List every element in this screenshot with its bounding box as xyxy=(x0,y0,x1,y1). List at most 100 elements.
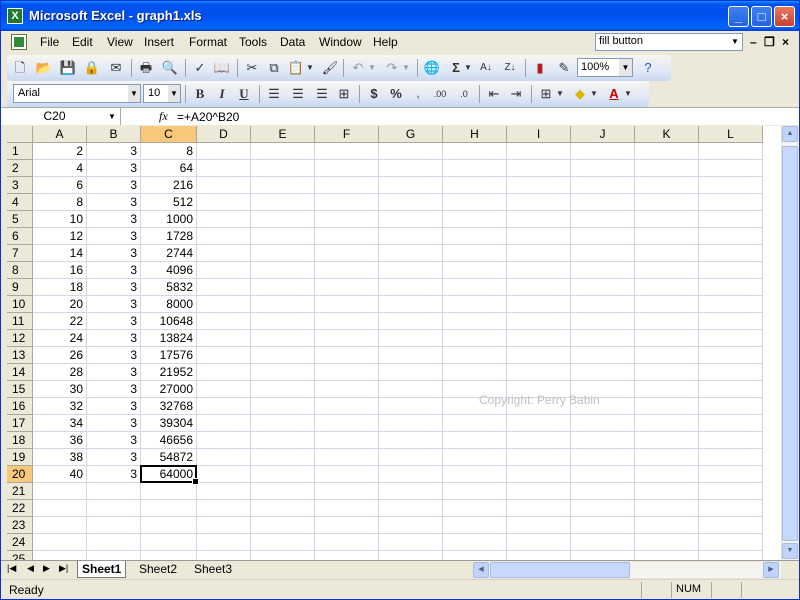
cell-b24[interactable] xyxy=(87,534,141,551)
cell-b18[interactable]: 3 xyxy=(87,432,141,449)
cell-f18[interactable] xyxy=(315,432,379,449)
column-header-g[interactable]: G xyxy=(379,126,443,143)
cell-j6[interactable] xyxy=(571,228,635,245)
bold-button[interactable]: B xyxy=(191,85,209,103)
sheet-tab-sheet3[interactable]: Sheet3 xyxy=(190,561,236,578)
cell-h12[interactable] xyxy=(443,330,507,347)
cell-d2[interactable] xyxy=(197,160,251,177)
cell-c8[interactable]: 4096 xyxy=(141,262,197,279)
italic-button[interactable]: I xyxy=(213,85,231,103)
cell-b14[interactable]: 3 xyxy=(87,364,141,381)
cell-k6[interactable] xyxy=(635,228,699,245)
row-header-4[interactable]: 4 xyxy=(7,194,33,211)
cell-f15[interactable] xyxy=(315,381,379,398)
spelling-icon[interactable]: ✓ xyxy=(191,59,209,77)
cell-j8[interactable] xyxy=(571,262,635,279)
cell-k13[interactable] xyxy=(635,347,699,364)
next-sheet-icon[interactable]: ▶ xyxy=(43,563,50,574)
column-header-k[interactable]: K xyxy=(635,126,699,143)
sheet-tab-sheet2[interactable]: Sheet2 xyxy=(135,561,181,578)
cell-g3[interactable] xyxy=(379,177,443,194)
chart-wizard-icon[interactable]: ▮ xyxy=(531,59,549,77)
cell-g4[interactable] xyxy=(379,194,443,211)
column-header-e[interactable]: E xyxy=(251,126,315,143)
cell-b23[interactable] xyxy=(87,517,141,534)
cell-d3[interactable] xyxy=(197,177,251,194)
cell-e19[interactable] xyxy=(251,449,315,466)
cell-f14[interactable] xyxy=(315,364,379,381)
cell-k20[interactable] xyxy=(635,466,699,483)
borders-icon[interactable]: ⊞ xyxy=(537,85,555,103)
cell-b20[interactable]: 3 xyxy=(87,466,141,483)
cell-f23[interactable] xyxy=(315,517,379,534)
cell-l15[interactable] xyxy=(699,381,763,398)
cell-j18[interactable] xyxy=(571,432,635,449)
cell-f9[interactable] xyxy=(315,279,379,296)
cell-l12[interactable] xyxy=(699,330,763,347)
cell-f10[interactable] xyxy=(315,296,379,313)
cell-a22[interactable] xyxy=(33,500,87,517)
menu-edit[interactable]: Edit xyxy=(72,35,93,49)
scroll-down-icon[interactable]: ▼ xyxy=(782,543,798,559)
cell-f12[interactable] xyxy=(315,330,379,347)
align-left-icon[interactable]: ☰ xyxy=(265,85,283,103)
cell-c16[interactable]: 32768 xyxy=(141,398,197,415)
decrease-decimal-icon[interactable]: .0 xyxy=(455,85,473,103)
zoom-select[interactable]: 100% ▼ xyxy=(577,58,633,77)
font-color-icon[interactable]: A xyxy=(605,85,623,103)
cell-a24[interactable] xyxy=(33,534,87,551)
cell-f22[interactable] xyxy=(315,500,379,517)
cell-f20[interactable] xyxy=(315,466,379,483)
cell-f4[interactable] xyxy=(315,194,379,211)
row-header-1[interactable]: 1 xyxy=(7,143,33,160)
cell-k16[interactable] xyxy=(635,398,699,415)
cell-k22[interactable] xyxy=(635,500,699,517)
close-button[interactable]: × xyxy=(774,6,795,27)
cell-h14[interactable] xyxy=(443,364,507,381)
cell-e25[interactable] xyxy=(251,551,315,560)
chevron-down-icon[interactable]: ▼ xyxy=(401,59,411,77)
cell-i20[interactable] xyxy=(507,466,571,483)
menu-file[interactable]: File xyxy=(40,35,59,49)
cell-l2[interactable] xyxy=(699,160,763,177)
menu-tools[interactable]: Tools xyxy=(239,35,267,49)
cell-g23[interactable] xyxy=(379,517,443,534)
cell-c5[interactable]: 1000 xyxy=(141,211,197,228)
cell-j7[interactable] xyxy=(571,245,635,262)
cell-b12[interactable]: 3 xyxy=(87,330,141,347)
cell-d9[interactable] xyxy=(197,279,251,296)
cell-e6[interactable] xyxy=(251,228,315,245)
cell-h7[interactable] xyxy=(443,245,507,262)
cell-i17[interactable] xyxy=(507,415,571,432)
cell-g16[interactable] xyxy=(379,398,443,415)
cell-b2[interactable]: 3 xyxy=(87,160,141,177)
cell-h6[interactable] xyxy=(443,228,507,245)
cell-h23[interactable] xyxy=(443,517,507,534)
cell-i14[interactable] xyxy=(507,364,571,381)
cell-k4[interactable] xyxy=(635,194,699,211)
align-center-icon[interactable]: ☰ xyxy=(289,85,307,103)
cell-h24[interactable] xyxy=(443,534,507,551)
cell-e18[interactable] xyxy=(251,432,315,449)
cell-f19[interactable] xyxy=(315,449,379,466)
cell-d21[interactable] xyxy=(197,483,251,500)
cell-g25[interactable] xyxy=(379,551,443,560)
cell-k23[interactable] xyxy=(635,517,699,534)
cell-l5[interactable] xyxy=(699,211,763,228)
cell-e5[interactable] xyxy=(251,211,315,228)
cell-i3[interactable] xyxy=(507,177,571,194)
prev-sheet-icon[interactable]: ◀ xyxy=(27,563,34,574)
save-icon[interactable]: 💾 xyxy=(59,59,77,77)
row-header-24[interactable]: 24 xyxy=(7,534,33,551)
cell-a10[interactable]: 20 xyxy=(33,296,87,313)
cell-a12[interactable]: 24 xyxy=(33,330,87,347)
undo-icon[interactable]: ↶ xyxy=(349,59,367,77)
row-header-2[interactable]: 2 xyxy=(7,160,33,177)
cell-i19[interactable] xyxy=(507,449,571,466)
cell-a19[interactable]: 38 xyxy=(33,449,87,466)
cell-d4[interactable] xyxy=(197,194,251,211)
scroll-left-icon[interactable]: ◀ xyxy=(473,562,489,578)
cell-a16[interactable]: 32 xyxy=(33,398,87,415)
cell-k21[interactable] xyxy=(635,483,699,500)
cell-e23[interactable] xyxy=(251,517,315,534)
